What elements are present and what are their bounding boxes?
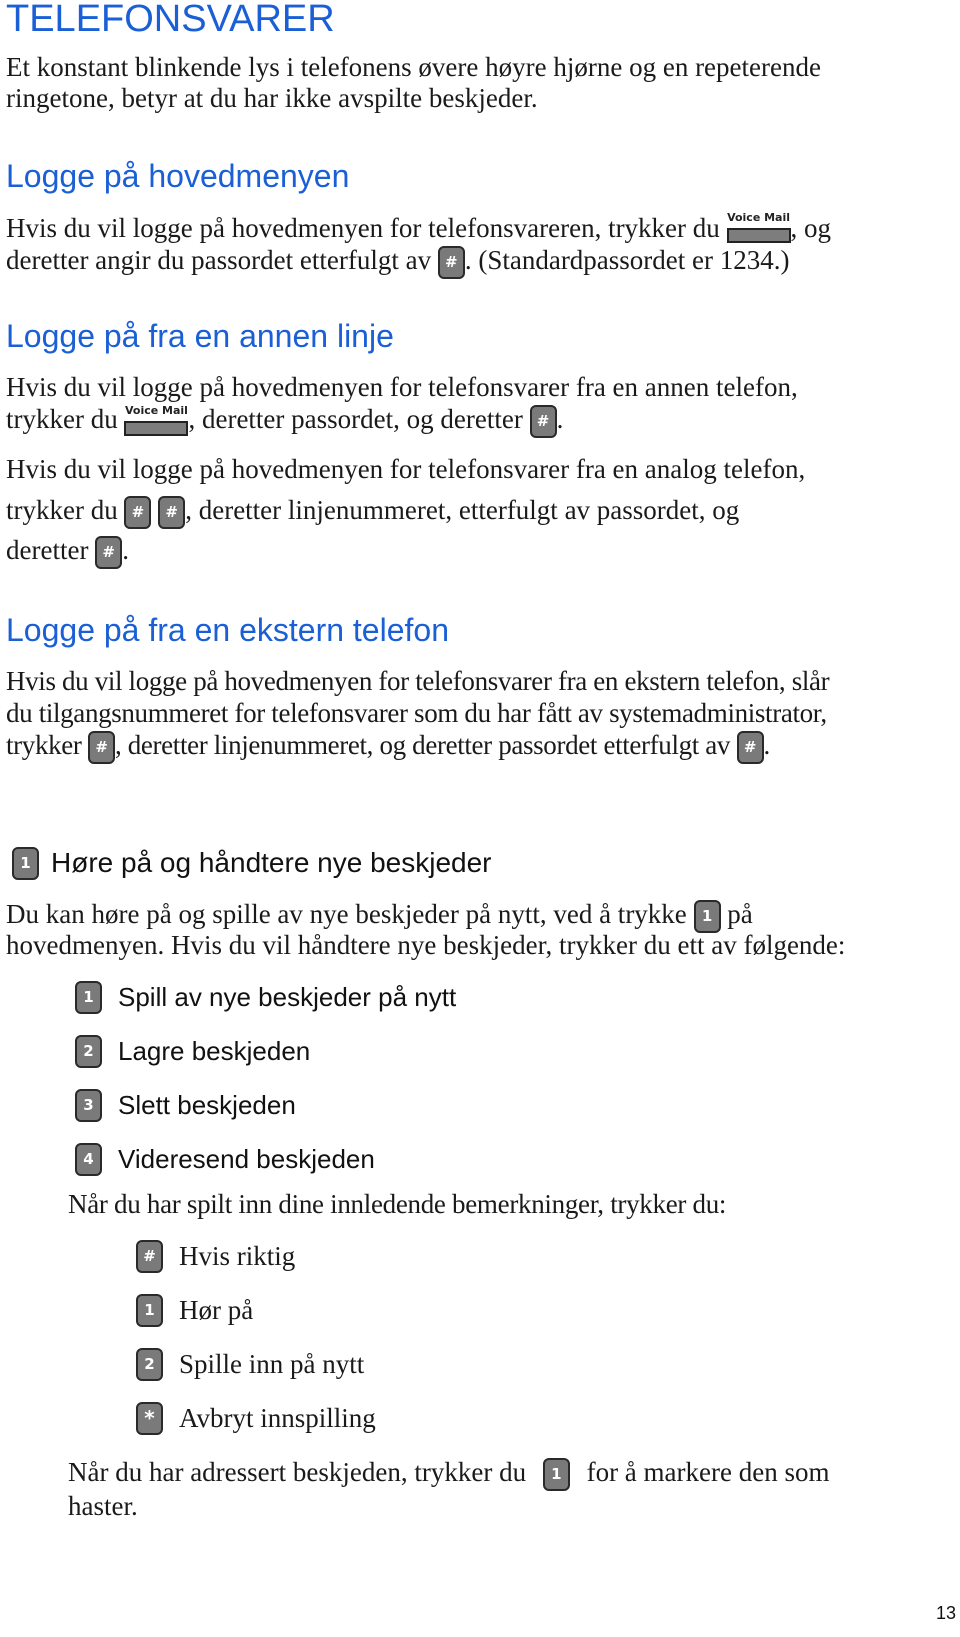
voice-mail-key-icon: Voice Mail — [124, 404, 189, 438]
option-item: 4 Videresend beskjeden — [75, 1143, 375, 1176]
hash-key-icon: # — [158, 496, 186, 530]
option-item: 3 Slett beskjeden — [75, 1089, 296, 1122]
key-2-icon: 2 — [75, 1035, 102, 1068]
key-1-icon: 1 — [12, 847, 39, 880]
text: Hvis du vil logge på hovedmenyen for tel… — [6, 213, 720, 243]
option-label: Spill av nye beskjeder på nytt — [118, 982, 457, 1012]
text: , deretter linjenummeret, og deretter pa… — [114, 730, 731, 760]
hash-key-icon: # — [124, 496, 152, 530]
text: , deretter linjenummeret, etterfulgt av … — [185, 495, 740, 525]
other-line-p2-line-1: Hvis du vil logge på hovedmenyen for tel… — [6, 454, 806, 484]
text: . — [556, 404, 564, 434]
urgent-line-1: Når du har adressert beskjeden, trykker … — [68, 1456, 830, 1492]
key-3-icon: 3 — [75, 1089, 102, 1122]
new-messages-line-1: Du kan høre på og spille av nye beskjede… — [6, 898, 753, 934]
text: trykker du — [6, 495, 118, 525]
key-1-icon: 1 — [542, 1458, 570, 1492]
intro-line-1: Et konstant blinkende lys i telefonens ø… — [6, 52, 821, 82]
other-line-p1-line-1: Hvis du vil logge på hovedmenyen for tel… — [6, 372, 798, 402]
heading-new-messages: 1 Høre på og håndtere nye beskjeder — [12, 845, 492, 881]
voice-mail-label: Voice Mail — [727, 211, 791, 224]
text: , deretter passordet, og deretter — [188, 404, 523, 434]
option-label: Lagre beskjeden — [118, 1036, 311, 1066]
text: trykker du — [6, 404, 118, 434]
voice-mail-bar — [726, 228, 791, 243]
sub-option-item: 2 Spille inn på nytt — [136, 1348, 364, 1381]
text: . — [763, 730, 771, 760]
key-4-icon: 4 — [75, 1143, 102, 1176]
after-recording-text: Når du har spilt inn dine innledende bem… — [68, 1189, 727, 1219]
hash-key-icon: # — [437, 246, 465, 280]
hash-key-icon: # — [136, 1240, 163, 1273]
text: for å markere den som — [586, 1457, 830, 1487]
main-menu-line-2: deretter angir du passordet etterfulgt a… — [6, 244, 790, 280]
key-2-icon: 2 — [136, 1348, 163, 1381]
hash-key-icon: # — [95, 536, 123, 570]
sub-option-label: Spille inn på nytt — [179, 1349, 365, 1379]
voice-mail-key-icon: Voice Mail — [726, 211, 791, 245]
option-label: Videresend beskjeden — [118, 1144, 375, 1174]
hash-key-icon: # — [529, 405, 557, 439]
sub-option-item: # Hvis riktig — [136, 1240, 295, 1273]
text: deretter angir du passordet etterfulgt a… — [6, 245, 432, 275]
text: trykker — [6, 730, 82, 760]
text: . — [122, 535, 129, 565]
sub-option-label: Avbryt innspilling — [179, 1403, 376, 1433]
sub-option-label: Hør på — [179, 1295, 254, 1325]
heading-external-phone: Logge på fra en ekstern telefon — [6, 612, 449, 648]
new-messages-line-2: hovedmenyen. Hvis du vil håndtere nye be… — [6, 930, 846, 960]
urgent-line-2: haster. — [68, 1491, 138, 1521]
external-line-1: Hvis du vil logge på hovedmenyen for tel… — [6, 666, 830, 696]
text: deretter — [6, 535, 89, 565]
option-item: 1 Spill av nye beskjeder på nytt — [75, 981, 456, 1014]
text: , og — [790, 213, 832, 243]
option-item: 2 Lagre beskjeden — [75, 1035, 310, 1068]
hash-key-icon: # — [736, 731, 764, 765]
voice-mail-bar — [124, 421, 189, 437]
voice-mail-label: Voice Mail — [124, 404, 188, 418]
other-line-p1-line-2: trykker du Voice Mail, deretter passorde… — [6, 403, 564, 439]
star-key-icon: * — [136, 1402, 163, 1435]
other-line-p2-line-2: trykker du # #, deretter linjenummeret, … — [6, 494, 740, 530]
key-1-icon: 1 — [75, 981, 102, 1014]
sub-option-label: Hvis riktig — [179, 1241, 296, 1271]
text: Når du har adressert beskjeden, trykker … — [68, 1457, 527, 1487]
key-1-icon: 1 — [136, 1294, 163, 1327]
hash-key-icon: # — [87, 731, 115, 765]
page-number: 13 — [936, 1603, 957, 1623]
text: Du kan høre på og spille av nye beskjede… — [6, 899, 687, 929]
heading-text: Høre på og håndtere nye beskjeder — [51, 847, 492, 878]
sub-option-item: 1 Hør på — [136, 1294, 253, 1327]
intro-line-2: ringetone, betyr at du har ikke avspilte… — [6, 83, 538, 113]
sub-option-item: * Avbryt innspilling — [136, 1402, 376, 1435]
text: . (Standardpassordet er 1234.) — [464, 245, 790, 275]
heading-main-menu: Logge på hovedmenyen — [6, 158, 350, 194]
option-label: Slett beskjeden — [118, 1090, 296, 1120]
page-title: TELEFONSVARER — [6, 0, 335, 40]
heading-other-line: Logge på fra en annen linje — [6, 318, 394, 354]
main-menu-line-1: Hvis du vil logge på hovedmenyen for tel… — [6, 211, 832, 245]
other-line-p2-line-3: deretter #. — [6, 534, 129, 570]
external-line-3: trykker #, deretter linjenummeret, og de… — [6, 729, 771, 765]
text: på — [727, 899, 753, 929]
external-line-2: du tilgangsnummeret for telefonsvarer so… — [6, 698, 827, 728]
